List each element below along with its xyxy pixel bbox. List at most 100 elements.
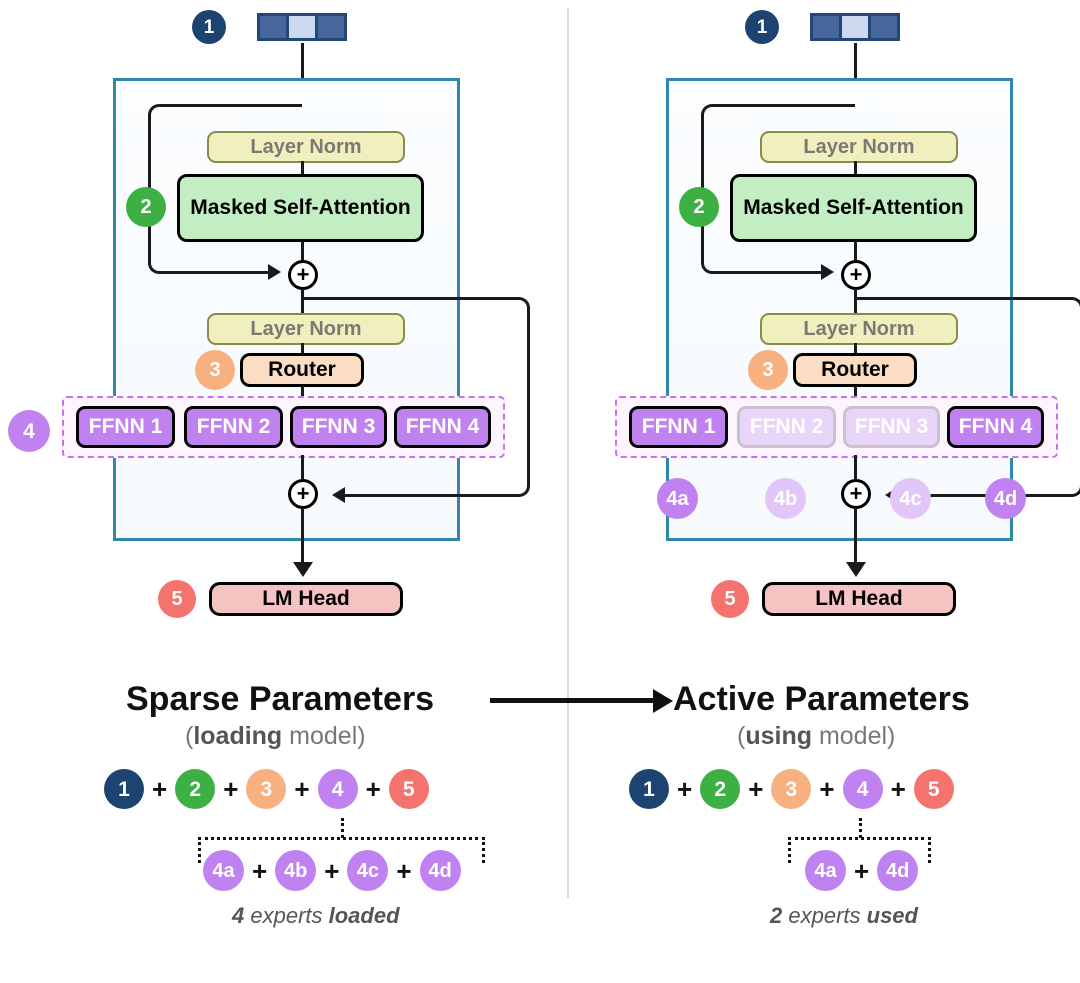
exp-plus: +: [324, 855, 340, 886]
residual-2-right: [527, 309, 530, 485]
badge-attention-2: 2: [679, 187, 719, 227]
eq-plus: +: [365, 774, 381, 804]
summary-expansion-sparse: 4a + 4b + 4c + 4d: [203, 850, 461, 891]
token-cell: [813, 16, 839, 38]
expert-box-4: FFNN 4: [947, 406, 1044, 448]
subtitle-bold: using: [745, 722, 812, 750]
residual-1-arrowhead: [268, 264, 281, 280]
badge-lm-head-5: 5: [711, 580, 749, 618]
block-output-wire: [854, 508, 857, 565]
layer-norm-1: Layer Norm: [760, 131, 958, 163]
eq-badge-4: 4: [842, 769, 883, 809]
eq-plus: +: [152, 774, 168, 804]
summary-connector-line: [490, 698, 655, 703]
badge-router-3: 3: [748, 350, 788, 390]
eq-badge-1: 1: [104, 769, 144, 809]
summary-expansion-active: 4a + 4d: [805, 850, 919, 891]
subtitle-bold: loading: [193, 722, 283, 750]
expansion-brace-stem: [341, 818, 344, 838]
residual-2-corner-br: [1069, 483, 1080, 497]
summary-equation-active: 1 + 2 + 3 + 4 + 5: [629, 769, 954, 809]
expert-box-4: FFNN 4: [394, 406, 491, 448]
exp-badge-4b: 4b: [275, 850, 317, 891]
eq-badge-5: 5: [913, 769, 954, 809]
layer-norm-2: Layer Norm: [207, 313, 405, 345]
caption-mid: experts: [244, 903, 329, 928]
diagram-canvas: 1 Layer Norm 2 Masked Self-Attention + L…: [0, 0, 1080, 983]
eq-badge-1: 1: [629, 769, 669, 809]
block-output-arrowhead: [293, 562, 313, 577]
exp-badge-4c: 4c: [347, 850, 389, 891]
exp-badge-4d: 4d: [419, 850, 461, 891]
token-cell: [842, 16, 868, 38]
eq-badge-2: 2: [700, 769, 741, 809]
summary-caption-active: 2 experts used: [770, 903, 918, 929]
plus1-to-ln2-wire: [301, 289, 304, 313]
residual-2-arrowhead: [332, 487, 345, 503]
layer-norm-1: Layer Norm: [207, 131, 405, 163]
residual-2-corner-br: [516, 483, 530, 497]
eq-badge-4: 4: [317, 769, 358, 809]
eq-plus: +: [223, 774, 239, 804]
eq-badge-3: 3: [246, 769, 287, 809]
exp-badge-4a: 4a: [805, 850, 846, 891]
token-cell: [260, 16, 286, 38]
residual-1-top: [713, 104, 855, 107]
residual-1-top: [160, 104, 302, 107]
input-token-strip: [257, 13, 347, 41]
residual-add-1: +: [288, 260, 318, 290]
eq-plus: +: [677, 774, 693, 804]
residual-2-top: [301, 297, 518, 300]
residual-2-corner-tr: [1069, 297, 1080, 311]
caption-bold: loaded: [328, 903, 400, 928]
token-cell: [289, 16, 315, 38]
caption-count: 2: [770, 903, 783, 928]
residual-2-top: [854, 297, 1071, 300]
badge-expert-4c: 4c: [890, 478, 931, 519]
badge-attention-2: 2: [126, 187, 166, 227]
badge-expert-4b: 4b: [765, 478, 806, 519]
exp-plus: +: [396, 855, 412, 886]
panel-divider: [567, 8, 569, 898]
lm-head-box: LM Head: [209, 582, 403, 616]
badge-router-3: 3: [195, 350, 235, 390]
expansion-brace-stem: [859, 818, 862, 838]
masked-self-attention-box: Masked Self-Attention: [730, 174, 977, 242]
eq-plus: +: [294, 774, 310, 804]
caption-mid: experts: [782, 903, 867, 928]
residual-1-arrowhead: [821, 264, 834, 280]
eq-plus: +: [819, 774, 835, 804]
badge-expert-4d: 4d: [985, 478, 1026, 519]
masked-self-attention-box: Masked Self-Attention: [177, 174, 424, 242]
eq-badge-3: 3: [771, 769, 812, 809]
block-output-wire: [301, 508, 304, 565]
residual-2-bottom: [345, 494, 517, 497]
plus1-to-ln2-wire: [854, 289, 857, 313]
residual-1-bottom: [160, 271, 268, 274]
summary-connector-arrowhead: [653, 689, 673, 713]
exp-badge-4d: 4d: [877, 850, 919, 891]
token-cell: [871, 16, 897, 38]
layer-norm-2: Layer Norm: [760, 313, 958, 345]
expert-box-3: FFNN 3: [843, 406, 940, 448]
token-cell: [318, 16, 344, 38]
block-output-arrowhead: [846, 562, 866, 577]
router-box: Router: [793, 353, 917, 387]
subtitle-rest: model): [812, 722, 896, 750]
caption-bold: used: [866, 903, 918, 928]
caption-count: 4: [232, 903, 245, 928]
summary-subtitle-active: (using model): [737, 722, 895, 751]
expert-box-2: FFNN 2: [184, 406, 283, 448]
ln1-to-attn-wire: [301, 161, 304, 175]
lm-head-box: LM Head: [762, 582, 956, 616]
badge-lm-head-5: 5: [158, 580, 196, 618]
summary-subtitle-sparse: (loading model): [185, 722, 366, 751]
expert-box-3: FFNN 3: [290, 406, 387, 448]
eq-plus: +: [890, 774, 906, 804]
expert-box-1: FFNN 1: [629, 406, 728, 448]
input-token-strip: [810, 13, 900, 41]
expert-box-1: FFNN 1: [76, 406, 175, 448]
eq-badge-2: 2: [175, 769, 216, 809]
summary-equation-sparse: 1 + 2 + 3 + 4 + 5: [104, 769, 429, 809]
eq-badge-5: 5: [388, 769, 429, 809]
